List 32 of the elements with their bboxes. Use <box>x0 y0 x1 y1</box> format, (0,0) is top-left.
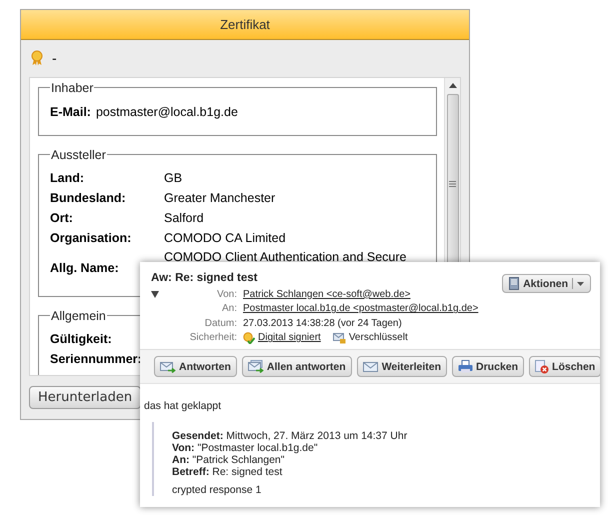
header-value: 27.03.2013 14:38:28 (vor 24 Tagen) <box>243 318 402 329</box>
quoted-text: crypted response 1 <box>172 484 262 496</box>
field-label: Land: <box>50 170 86 185</box>
quoted-header: Betreff: Re: signed test <box>172 466 284 478</box>
field-value: COMODO CA Limited <box>164 230 286 245</box>
security-status: Verschlüsselt <box>348 332 408 344</box>
field-value: Greater Manchester <box>164 190 276 205</box>
certificate-name: - <box>52 50 57 66</box>
field-value: Salford <box>164 210 204 225</box>
section-legend: Aussteller <box>50 148 107 162</box>
window-title: Zertifikat <box>21 10 469 40</box>
header-label: Datum: <box>204 318 237 329</box>
quoted-header: Gesendet: Mittwoch, 27. März 2013 um 14:37 Uhr <box>172 430 408 442</box>
field-label: Bundesland: <box>50 190 127 205</box>
section-legend: Allgemein <box>50 308 107 323</box>
field-label: Gültigkeit: <box>50 332 113 346</box>
field-label: Seriennummer: <box>50 352 143 366</box>
field-value: COMODO Client Authentication and Secure <box>164 250 406 264</box>
field-value: postmaster@local.b1g.de <box>96 104 238 119</box>
field-label: Organisation: <box>50 230 132 245</box>
field-label: Ort: <box>50 210 74 225</box>
message-text: das hat geklappt <box>144 400 222 412</box>
field-label: Allg. Name: <box>50 260 120 275</box>
header-label: Von: <box>216 288 237 300</box>
quoted-header: Von: "Postmaster local.b1g.de" <box>172 442 319 454</box>
field-label: E-Mail: <box>50 104 91 119</box>
field-value: GB <box>164 170 182 185</box>
header-label: Sicherheit: <box>188 332 237 344</box>
message-subject: Aw: Re: signed test <box>151 272 258 284</box>
header-label: An: <box>220 303 237 314</box>
quoted-header: An: "Patrick Schlangen" <box>172 454 286 466</box>
section-legend: Inhaber <box>50 80 94 95</box>
